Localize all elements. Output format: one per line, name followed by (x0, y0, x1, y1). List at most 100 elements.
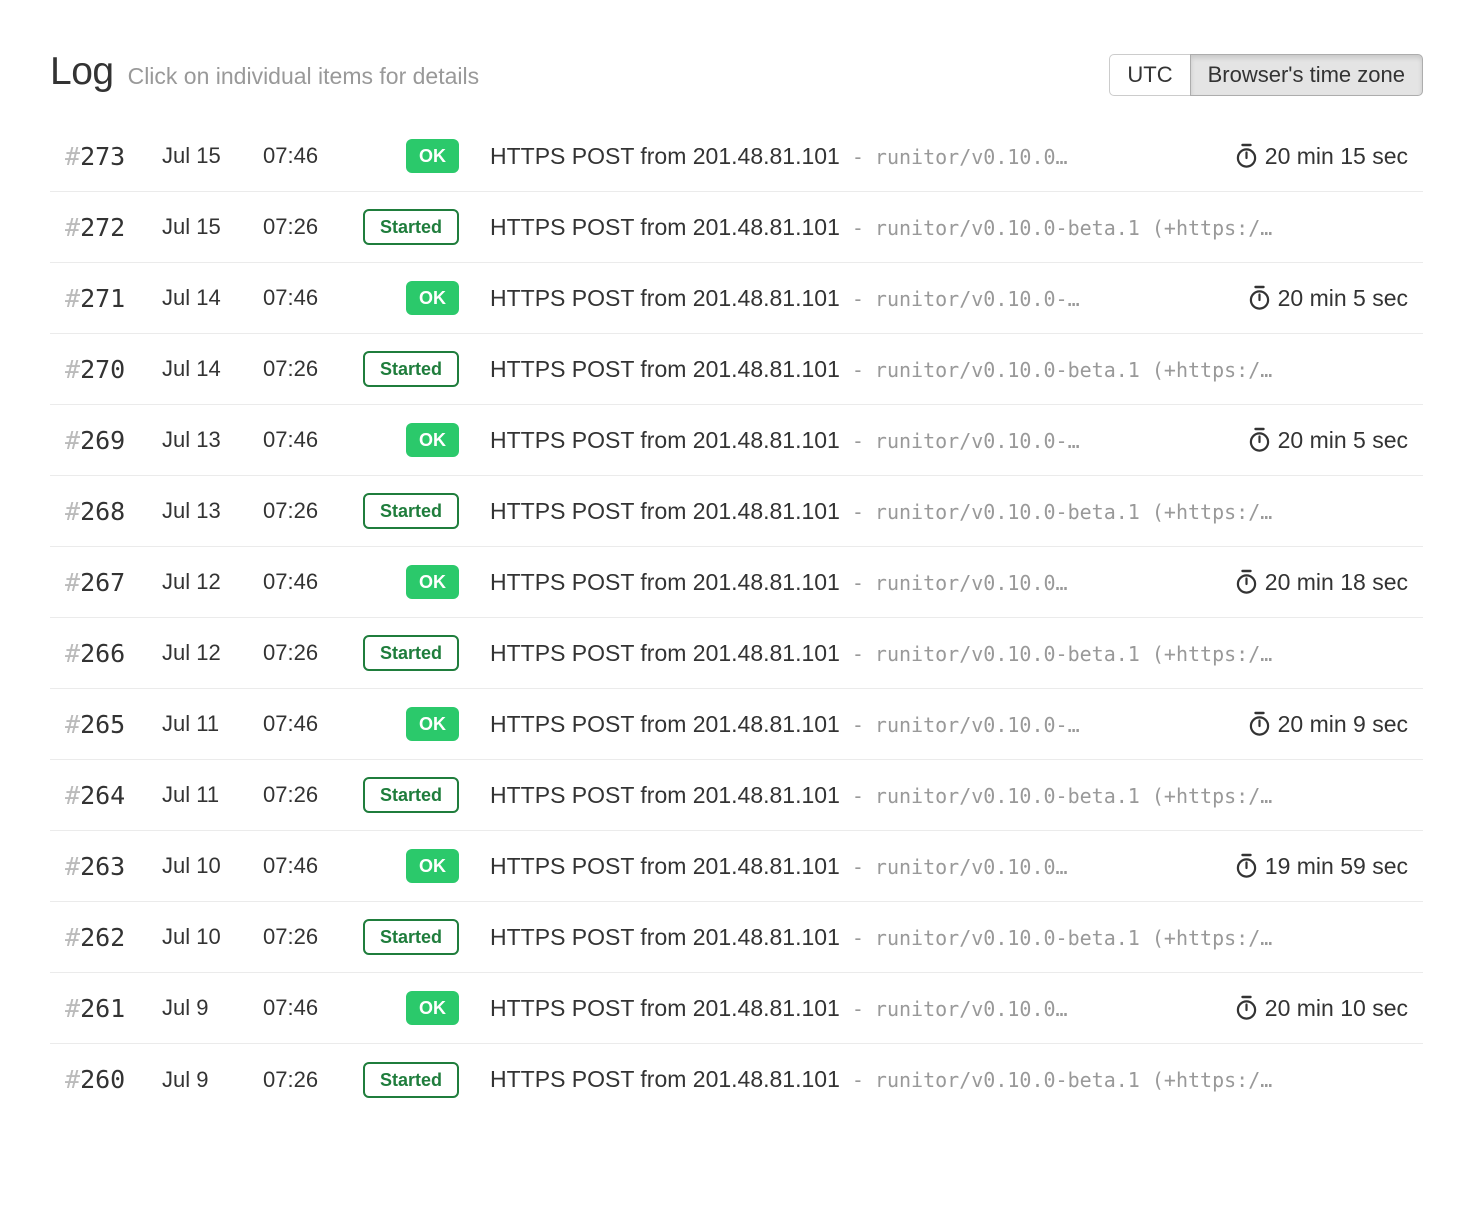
row-description-cell: HTTPS POST from 201.48.81.101 - runitor/… (490, 640, 1366, 667)
status-badge: OK (406, 565, 459, 599)
status-badge: OK (406, 991, 459, 1025)
row-separator: - (852, 500, 864, 524)
row-number: 272 (80, 213, 125, 242)
row-number-cell: #265 (50, 710, 162, 739)
row-number-cell: #273 (50, 142, 162, 171)
row-separator: - (852, 571, 864, 595)
row-agent: runitor/v0.10.0-beta.1 (+https:/… (875, 500, 1272, 524)
row-separator: - (852, 1068, 864, 1092)
log-row[interactable]: #273 Jul 15 07:46 OK HTTPS POST from 201… (50, 121, 1423, 192)
log-page: Log Click on individual items for detail… (0, 50, 1470, 1115)
utc-button[interactable]: UTC (1109, 54, 1190, 96)
row-number: 270 (80, 355, 125, 384)
row-date: Jul 9 (162, 995, 263, 1021)
row-separator: - (852, 997, 864, 1021)
row-time: 07:26 (263, 924, 363, 950)
row-number: 266 (80, 639, 125, 668)
row-badge-cell: OK (363, 707, 459, 741)
row-date: Jul 14 (162, 285, 263, 311)
row-separator: - (852, 855, 864, 879)
log-row[interactable]: #271 Jul 14 07:46 OK HTTPS POST from 201… (50, 263, 1423, 334)
status-badge: OK (406, 139, 459, 173)
log-row[interactable]: #261 Jul 9 07:46 OK HTTPS POST from 201.… (50, 973, 1423, 1044)
row-description: HTTPS POST from 201.48.81.101 (490, 1066, 840, 1093)
log-row[interactable]: #262 Jul 10 07:26 Started HTTPS POST fro… (50, 902, 1423, 973)
row-date: Jul 11 (162, 782, 263, 808)
status-badge: Started (363, 209, 459, 245)
row-number: 268 (80, 497, 125, 526)
row-separator: - (852, 926, 864, 950)
row-badge-cell: Started (363, 635, 459, 671)
row-description-cell: HTTPS POST from 201.48.81.101 - runitor/… (490, 214, 1366, 241)
stopwatch-icon (1235, 569, 1258, 595)
row-duration: 20 min 9 sec (1278, 711, 1408, 738)
status-badge: Started (363, 1062, 459, 1098)
log-row[interactable]: #264 Jul 11 07:26 Started HTTPS POST fro… (50, 760, 1423, 831)
log-row[interactable]: #270 Jul 14 07:26 Started HTTPS POST fro… (50, 334, 1423, 405)
row-description-cell: HTTPS POST from 201.48.81.101 - runitor/… (490, 1066, 1366, 1093)
page-title: Log (50, 50, 114, 94)
row-duration-cell: 20 min 5 sec (1248, 427, 1423, 454)
row-date: Jul 11 (162, 711, 263, 737)
row-date: Jul 15 (162, 143, 263, 169)
log-row[interactable]: #266 Jul 12 07:26 Started HTTPS POST fro… (50, 618, 1423, 689)
row-date: Jul 13 (162, 498, 263, 524)
row-description: HTTPS POST from 201.48.81.101 (490, 924, 840, 951)
page-header: Log Click on individual items for detail… (50, 50, 1423, 94)
row-number-cell: #267 (50, 568, 162, 597)
row-separator: - (852, 713, 864, 737)
row-time: 07:46 (263, 995, 363, 1021)
row-number-cell: #261 (50, 994, 162, 1023)
row-description-cell: HTTPS POST from 201.48.81.101 - runitor/… (490, 427, 1236, 454)
browser-timezone-button[interactable]: Browser's time zone (1190, 54, 1423, 96)
row-number-hash: # (65, 568, 80, 597)
row-badge-cell: OK (363, 565, 459, 599)
row-separator: - (852, 429, 864, 453)
row-number: 269 (80, 426, 125, 455)
row-badge-cell: Started (363, 1062, 459, 1098)
row-agent: runitor/v0.10.0-beta.1 (+https:/… (875, 1068, 1272, 1092)
row-number-hash: # (65, 852, 80, 881)
status-badge: Started (363, 351, 459, 387)
status-badge: Started (363, 777, 459, 813)
stopwatch-icon (1248, 711, 1271, 737)
row-duration: 20 min 5 sec (1278, 285, 1408, 312)
row-duration-cell: 20 min 10 sec (1235, 995, 1423, 1022)
row-time: 07:46 (263, 569, 363, 595)
row-duration-cell: 20 min 5 sec (1248, 285, 1423, 312)
row-time: 07:46 (263, 143, 363, 169)
row-description: HTTPS POST from 201.48.81.101 (490, 569, 840, 596)
status-badge: OK (406, 423, 459, 457)
log-row[interactable]: #260 Jul 9 07:26 Started HTTPS POST from… (50, 1044, 1423, 1115)
row-duration-cell: 20 min 18 sec (1235, 569, 1423, 596)
row-number: 261 (80, 994, 125, 1023)
row-agent: runitor/v0.10.0-… (875, 429, 1080, 453)
log-row[interactable]: #272 Jul 15 07:26 Started HTTPS POST fro… (50, 192, 1423, 263)
row-date: Jul 13 (162, 427, 263, 453)
log-row[interactable]: #269 Jul 13 07:46 OK HTTPS POST from 201… (50, 405, 1423, 476)
row-time: 07:26 (263, 214, 363, 240)
log-row[interactable]: #263 Jul 10 07:46 OK HTTPS POST from 201… (50, 831, 1423, 902)
log-row[interactable]: #267 Jul 12 07:46 OK HTTPS POST from 201… (50, 547, 1423, 618)
row-description: HTTPS POST from 201.48.81.101 (490, 853, 840, 880)
row-separator: - (852, 287, 864, 311)
log-row[interactable]: #268 Jul 13 07:26 Started HTTPS POST fro… (50, 476, 1423, 547)
row-agent: runitor/v0.10.0-… (875, 713, 1080, 737)
row-duration-cell: 20 min 15 sec (1235, 143, 1423, 170)
row-duration: 19 min 59 sec (1265, 853, 1408, 880)
row-date: Jul 12 (162, 640, 263, 666)
log-row[interactable]: #265 Jul 11 07:46 OK HTTPS POST from 201… (50, 689, 1423, 760)
row-number-hash: # (65, 142, 80, 171)
row-badge-cell: Started (363, 777, 459, 813)
row-agent: runitor/v0.10.0… (875, 145, 1068, 169)
row-description-cell: HTTPS POST from 201.48.81.101 - runitor/… (490, 782, 1366, 809)
row-time: 07:26 (263, 1067, 363, 1093)
row-number-cell: #262 (50, 923, 162, 952)
row-number: 260 (80, 1065, 125, 1094)
status-badge: Started (363, 635, 459, 671)
row-badge-cell: OK (363, 849, 459, 883)
stopwatch-icon (1235, 853, 1258, 879)
row-number-hash: # (65, 639, 80, 668)
row-number-cell: #271 (50, 284, 162, 313)
row-number: 265 (80, 710, 125, 739)
